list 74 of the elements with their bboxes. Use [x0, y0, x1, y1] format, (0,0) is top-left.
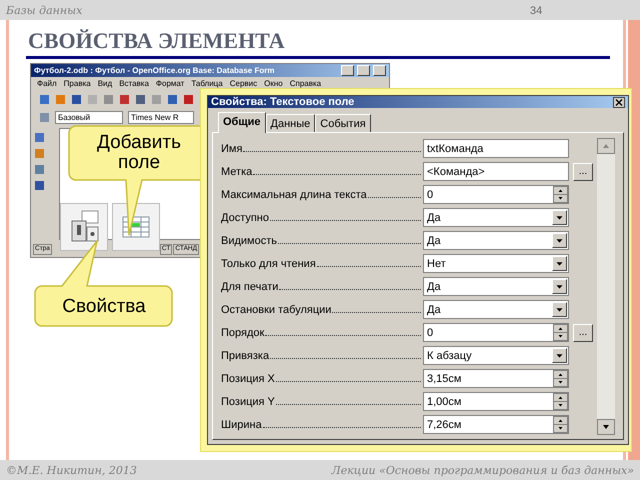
scrollbar[interactable] — [597, 138, 615, 435]
menu-item[interactable]: Сервис — [230, 79, 258, 88]
close-button[interactable] — [373, 65, 386, 76]
dropdown-field[interactable]: К абзацу — [423, 346, 569, 365]
menu-item[interactable]: Правка — [64, 79, 91, 88]
toolbar-icon[interactable] — [71, 94, 82, 104]
property-label: Позиция Y — [221, 396, 275, 408]
dropdown-field[interactable]: Да — [423, 208, 569, 227]
course-text: Лекции «Основы программирования и баз данных» — [332, 464, 634, 476]
ellipsis-button[interactable]: ... — [573, 162, 593, 180]
toolbar-icon[interactable] — [34, 164, 45, 175]
header-text: Базы данных — [6, 4, 82, 16]
tab[interactable]: События — [315, 114, 371, 133]
property-label: Только для чтения — [221, 258, 316, 270]
toolbar-icon[interactable] — [34, 180, 45, 191]
property-label: Имя — [221, 142, 242, 154]
toolbar-icon[interactable] — [119, 94, 130, 104]
menu-item[interactable]: Вид — [98, 79, 112, 88]
spin-arrows-icon[interactable] — [553, 393, 568, 410]
property-label: Видимость — [221, 234, 277, 246]
scroll-down-icon[interactable] — [597, 419, 615, 435]
toolbar-icon[interactable] — [135, 94, 146, 104]
property-label: Ширина — [221, 418, 262, 430]
callout-text: Свойства — [61, 297, 147, 317]
spin-arrows-icon[interactable] — [553, 324, 568, 341]
text-field[interactable]: txtКоманда — [423, 139, 569, 158]
menu-item[interactable]: Таблица — [191, 79, 223, 88]
property-label: Привязка — [221, 350, 270, 362]
maximize-button[interactable] — [357, 65, 370, 76]
property-label: Метка — [221, 166, 252, 178]
toolbar-icon[interactable] — [39, 94, 50, 104]
dropdown-field[interactable]: Да — [423, 300, 569, 319]
spin-field[interactable]: 3,15см — [423, 369, 569, 388]
text-field[interactable]: <Команда> — [423, 162, 569, 181]
minimize-button[interactable] — [341, 65, 354, 76]
dropdown-field[interactable]: Нет — [423, 254, 569, 273]
spin-field[interactable]: 1,00см — [423, 392, 569, 411]
menu-item[interactable]: Справка — [290, 79, 322, 88]
property-label: Доступно — [221, 212, 270, 224]
dot-leader — [368, 196, 421, 198]
close-icon[interactable] — [613, 96, 625, 108]
property-label: Максимальная длина текста — [221, 188, 367, 200]
ellipsis-button[interactable]: ... — [573, 324, 593, 342]
menu-item[interactable]: Формат — [156, 79, 184, 88]
property-label: Позиция X — [221, 372, 275, 384]
toolbar-icon[interactable] — [34, 132, 45, 143]
style-combo[interactable]: Базовый — [55, 110, 123, 124]
window-title: Футбол-2.odb : Футбол - OpenOffice.org Base: Database Form — [34, 66, 276, 75]
spin-arrows-icon[interactable] — [553, 186, 568, 203]
menu-item[interactable]: Вставка — [119, 79, 149, 88]
toolbar-icon[interactable] — [183, 94, 194, 104]
author-text: ©М.Е. Никитин, 2013 — [6, 464, 137, 476]
page-number: 34 — [530, 5, 542, 17]
property-label: Порядок — [221, 326, 264, 338]
spin-arrows-icon[interactable] — [553, 416, 568, 433]
dropdown-field[interactable]: Да — [423, 231, 569, 250]
spin-field[interactable]: 0 — [423, 185, 569, 204]
form-controls-icon[interactable] — [60, 203, 108, 251]
tab[interactable]: Общие — [218, 112, 266, 133]
callout-text: Добавить поле — [96, 133, 182, 173]
dialog-title: Свойства: Текстовое поле — [211, 96, 354, 108]
spin-field[interactable]: 0 — [423, 323, 569, 342]
spin-arrows-icon[interactable] — [553, 370, 568, 387]
property-label: Для печати — [221, 280, 278, 292]
toolbar-icon[interactable] — [167, 94, 178, 104]
font-combo[interactable]: Times New R — [128, 110, 194, 124]
dropdown-field[interactable]: Да — [423, 277, 569, 296]
slide-title: СВОЙСТВА ЭЛЕМЕНТА — [28, 28, 286, 54]
tab[interactable]: Данные — [266, 114, 316, 133]
spin-field[interactable]: 7,26см — [423, 415, 569, 434]
menu-item[interactable]: Окно — [264, 79, 283, 88]
property-label: Остановки табуляции — [221, 304, 332, 316]
menu-item[interactable]: Файл — [37, 79, 57, 88]
scroll-up-icon[interactable] — [597, 138, 615, 154]
